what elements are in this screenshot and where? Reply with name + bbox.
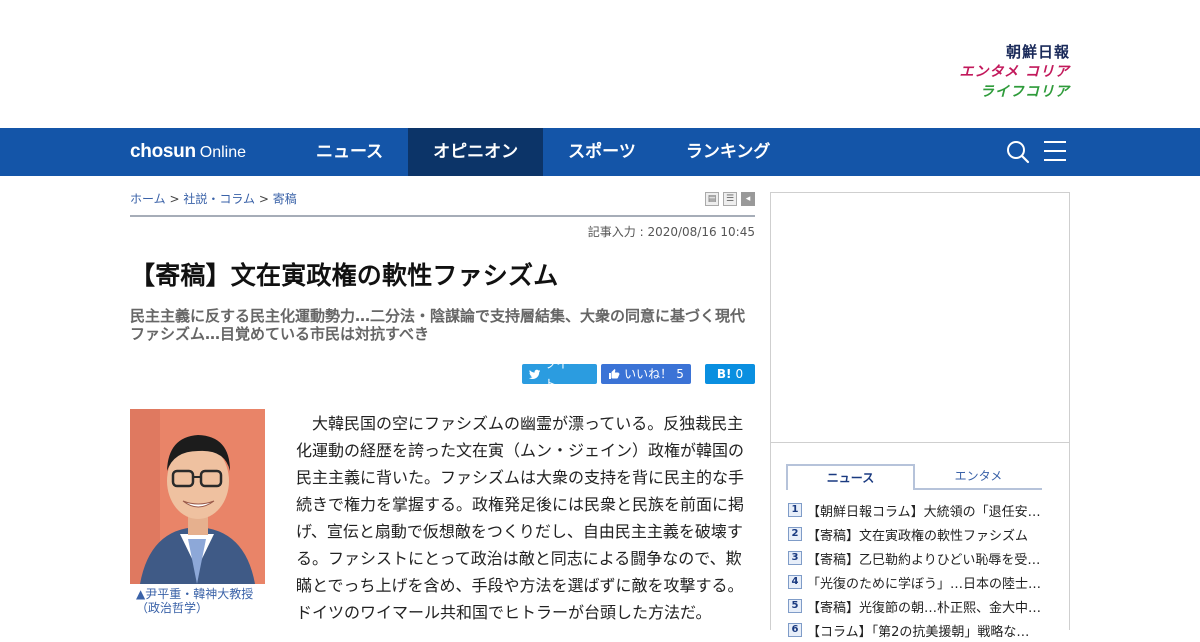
breadcrumb-separator: > <box>258 192 269 206</box>
entame-korea-link[interactable]: エンタメ コリア <box>960 64 1070 80</box>
search-icon[interactable] <box>1006 140 1030 164</box>
list-icon[interactable]: ☰ <box>723 192 737 206</box>
share-buttons: ツイート いいね！ 5 B! 0 <box>522 357 755 391</box>
like-count: 5 <box>676 367 684 381</box>
breadcrumb-section[interactable]: 社説・コラム <box>183 192 255 206</box>
nav-items: ニュース オピニオン スポーツ ランキング <box>291 128 795 176</box>
breadcrumb-sub[interactable]: 寄稿 <box>273 192 297 206</box>
rank-title[interactable]: 【コラム】「第2の抗美援朝」戦略な… <box>807 621 1045 640</box>
menu-line <box>1044 141 1066 143</box>
breadcrumb-home[interactable]: ホーム <box>130 192 166 206</box>
ranking-item[interactable]: 6 【コラム】「第2の抗美援朝」戦略な… <box>788 618 1063 642</box>
photo-caption-name: ▲尹平重・韓神大教授 <box>136 587 254 601</box>
print-icon[interactable]: ▤ <box>705 192 719 206</box>
menu-line <box>1044 159 1066 161</box>
tweet-button[interactable]: ツイート <box>522 357 597 391</box>
article-tools: ▤ ☰ ◂ <box>705 192 755 206</box>
ad-space <box>771 193 1069 443</box>
rank-number: 2 <box>788 527 802 541</box>
ranking-item[interactable]: 4 「光復のために学ぼう」…日本の陸士… <box>788 570 1063 594</box>
breadcrumb-separator: > <box>169 192 180 206</box>
nav-item-news[interactable]: ニュース <box>291 128 408 176</box>
ranking-list: 1 【朝鮮日報コラム】大統領の「退任安… 2 【寄稿】文在寅政権の軟性ファシズム 3… <box>788 498 1063 642</box>
rank-number: 4 <box>788 575 802 589</box>
chosun-ilbo-link[interactable]: 朝鮮日報 <box>1006 44 1070 60</box>
tab-entame[interactable]: エンタメ <box>915 464 1042 490</box>
article-body: 大韓民国の空にファシズムの幽霊が漂っている。反独裁民主化運動の経歴を誇った文在寅… <box>296 414 745 622</box>
rank-title[interactable]: 「光復のために学ぼう」…日本の陸士… <box>807 573 1045 592</box>
like-label: いいね！ <box>624 367 673 381</box>
menu-line <box>1044 150 1066 152</box>
tab-news[interactable]: ニュース <box>786 464 915 490</box>
ranking-item[interactable]: 1 【朝鮮日報コラム】大統領の「退任安… <box>788 498 1063 522</box>
rank-number: 3 <box>788 551 802 565</box>
like-button[interactable]: いいね！ 5 <box>601 364 691 384</box>
hamburger-menu-icon[interactable] <box>1044 141 1066 161</box>
article-subhead: 民主主義に反する民主化運動勢力…二分法・陰謀論で支持層結集、大衆の同意に基づく現… <box>130 307 746 343</box>
logo-bold-text: chosun <box>130 141 196 162</box>
photo-caption: ▲尹平重・韓神大教授 （政治哲学） <box>136 587 253 615</box>
sidebar: ニュース エンタメ 1 【朝鮮日報コラム】大統領の「退任安… 2 【寄稿】文在寅政権… <box>770 192 1070 640</box>
header-top: 朝鮮日報 エンタメ コリア ライフコリア <box>0 0 1200 128</box>
article-date: 記事入力 : 2020/08/16 10:45 <box>587 225 755 239</box>
nav-item-ranking[interactable]: ランキング <box>661 128 796 176</box>
hatena-bookmark-button[interactable]: B! 0 <box>705 364 755 384</box>
article-main: ホーム > 社説・コラム > 寄稿 ▤ ☰ ◂ 記事入力 : 2020/08/1… <box>130 176 755 630</box>
back-icon[interactable]: ◂ <box>741 192 755 206</box>
rank-number: 1 <box>788 503 802 517</box>
article-headline: 【寄稿】文在寅政権の軟性ファシズム <box>130 261 559 290</box>
life-korea-link[interactable]: ライフコリア <box>980 84 1070 100</box>
nav-item-opinion[interactable]: オピニオン <box>408 128 544 176</box>
twitter-bird-icon <box>529 369 541 379</box>
photo-caption-field: （政治哲学） <box>136 601 209 615</box>
ranking-item[interactable]: 3 【寄稿】乙巳勒約よりひどい恥辱を受… <box>788 546 1063 570</box>
site-logo[interactable]: chosun Online <box>130 140 246 164</box>
rank-title[interactable]: 【朝鮮日報コラム】大統領の「退任安… <box>807 501 1045 520</box>
author-photo <box>130 409 265 584</box>
ranking-item[interactable]: 5 【寄稿】光復節の朝…朴正熙、金大中… <box>788 594 1063 618</box>
ranking-tabs: ニュース エンタメ <box>786 464 1042 490</box>
rank-number: 6 <box>788 623 802 637</box>
hatena-label: B! <box>716 367 732 381</box>
logo-light-text: Online <box>199 144 247 161</box>
breadcrumb: ホーム > 社説・コラム > 寄稿 <box>130 190 297 207</box>
rank-number: 5 <box>788 599 802 613</box>
hatena-count: 0 <box>735 367 744 381</box>
ranking-item[interactable]: 2 【寄稿】文在寅政権の軟性ファシズム <box>788 522 1063 546</box>
tweet-label: ツイート <box>544 357 581 391</box>
brand-links: 朝鮮日報 エンタメ コリア ライフコリア <box>960 44 1070 100</box>
nav-item-sports[interactable]: スポーツ <box>543 128 661 176</box>
rank-title[interactable]: 【寄稿】乙巳勒約よりひどい恥辱を受… <box>807 549 1045 568</box>
divider <box>130 215 755 217</box>
rank-title[interactable]: 【寄稿】光復節の朝…朴正熙、金大中… <box>807 597 1045 616</box>
thumbs-up-icon <box>609 369 620 379</box>
rank-title[interactable]: 【寄稿】文在寅政権の軟性ファシズム <box>807 525 1045 544</box>
